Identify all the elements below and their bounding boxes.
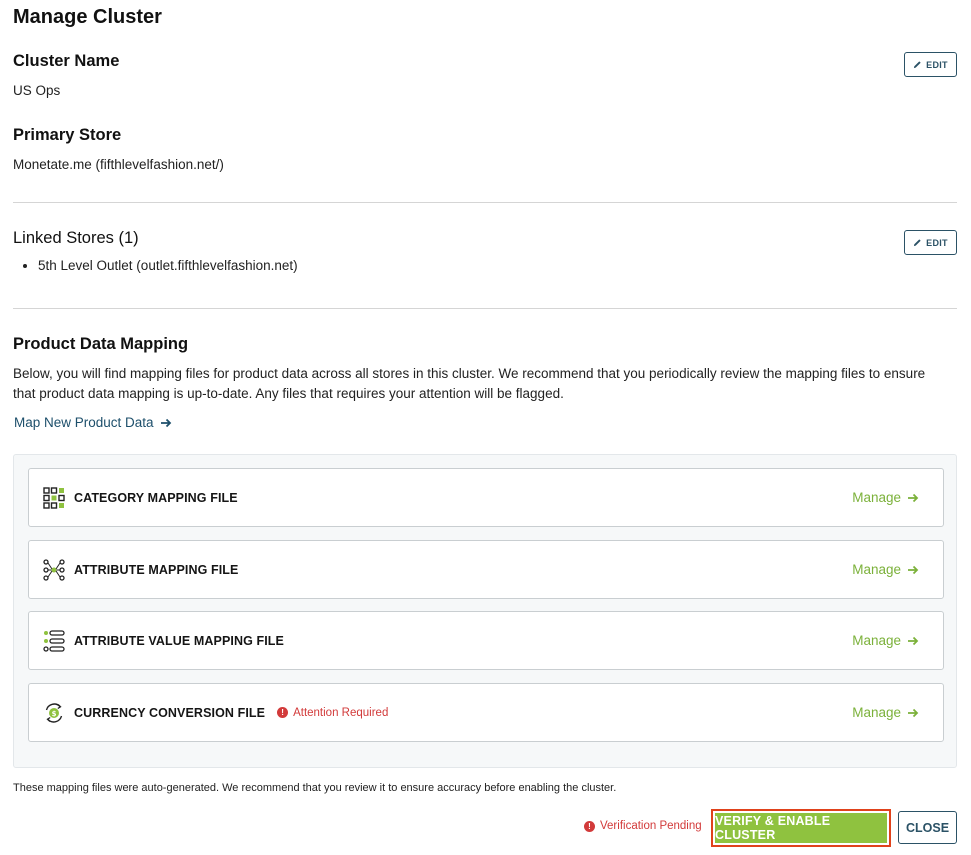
svg-text:$: $ xyxy=(52,710,57,718)
edit-label: EDIT xyxy=(926,59,948,70)
pencil-icon xyxy=(914,239,921,247)
pencil-icon xyxy=(914,61,921,69)
product-data-mapping-heading: Product Data Mapping xyxy=(13,335,189,353)
verification-status: ! Verification Pending xyxy=(584,820,702,832)
manage-label: Manage xyxy=(852,705,901,720)
manage-attribute-mapping-link[interactable]: Manage xyxy=(852,562,919,577)
attention-required-badge: ! Attention Required xyxy=(277,707,388,719)
map-new-product-data-link[interactable]: Map New Product Data xyxy=(14,415,172,430)
manage-label: Manage xyxy=(852,562,901,577)
linked-stores-list: 5th Level Outlet (outlet.fifthlevelfashi… xyxy=(38,258,298,273)
primary-store-heading: Primary Store xyxy=(13,126,122,144)
manage-label: Manage xyxy=(852,633,901,648)
arrow-right-icon xyxy=(908,708,919,717)
cluster-name-heading: Cluster Name xyxy=(13,52,120,70)
category-mapping-file-card[interactable]: CATEGORY MAPPING FILE Manage xyxy=(28,468,944,527)
mapping-files-panel: CATEGORY MAPPING FILE Manage ATTRIBUTE M… xyxy=(13,454,957,768)
arrow-right-icon xyxy=(160,418,171,427)
manage-currency-conversion-link[interactable]: Manage xyxy=(852,705,919,720)
file-label: ATTRIBUTE MAPPING FILE xyxy=(74,562,239,577)
close-button[interactable]: CLOSE xyxy=(898,811,957,844)
arrow-right-icon xyxy=(908,636,919,645)
nodes-icon xyxy=(43,558,65,581)
list-icon xyxy=(43,629,65,652)
auto-generated-note: These mapping files were auto-generated.… xyxy=(13,782,617,794)
grid-icon xyxy=(43,486,65,509)
list-item: 5th Level Outlet (outlet.fifthlevelfashi… xyxy=(38,258,298,273)
primary-store-value: Monetate.me (fifthlevelfashion.net/) xyxy=(13,157,224,172)
verify-enable-cluster-label: VERIFY & ENABLE CLUSTER xyxy=(715,813,887,843)
file-label: ATTRIBUTE VALUE MAPPING FILE xyxy=(74,633,284,648)
manage-attribute-value-mapping-link[interactable]: Manage xyxy=(852,633,919,648)
manage-label: Manage xyxy=(852,490,901,505)
divider xyxy=(13,308,957,309)
verification-status-label: Verification Pending xyxy=(600,820,702,832)
manage-category-mapping-link[interactable]: Manage xyxy=(852,490,919,505)
divider xyxy=(13,202,957,203)
edit-label: EDIT xyxy=(926,237,948,248)
linked-stores-heading: Linked Stores (1) xyxy=(13,229,139,247)
attention-label: Attention Required xyxy=(293,706,389,719)
page-title: Manage Cluster xyxy=(13,6,162,28)
cluster-name-value: US Ops xyxy=(13,83,61,98)
alert-icon: ! xyxy=(277,707,289,718)
attribute-value-mapping-file-card[interactable]: ATTRIBUTE VALUE MAPPING FILE Manage xyxy=(28,611,944,670)
currency-refresh-icon: $ xyxy=(43,702,65,724)
arrow-right-icon xyxy=(908,565,919,574)
product-data-mapping-description: Below, you will find mapping files for p… xyxy=(13,366,926,401)
file-label: CURRENCY CONVERSION FILE xyxy=(74,705,266,720)
file-label: CATEGORY MAPPING FILE xyxy=(74,490,238,505)
arrow-right-icon xyxy=(908,493,919,502)
map-new-label: Map New Product Data xyxy=(14,415,154,430)
currency-conversion-file-card[interactable]: $ CURRENCY CONVERSION FILE ! Attention R… xyxy=(28,683,944,742)
verify-enable-cluster-button[interactable]: VERIFY & ENABLE CLUSTER xyxy=(711,809,891,847)
edit-linked-stores-button[interactable]: EDIT xyxy=(904,230,957,255)
alert-icon: ! xyxy=(584,820,595,832)
attribute-mapping-file-card[interactable]: ATTRIBUTE MAPPING FILE Manage xyxy=(28,540,944,599)
edit-cluster-name-button[interactable]: EDIT xyxy=(904,52,957,77)
